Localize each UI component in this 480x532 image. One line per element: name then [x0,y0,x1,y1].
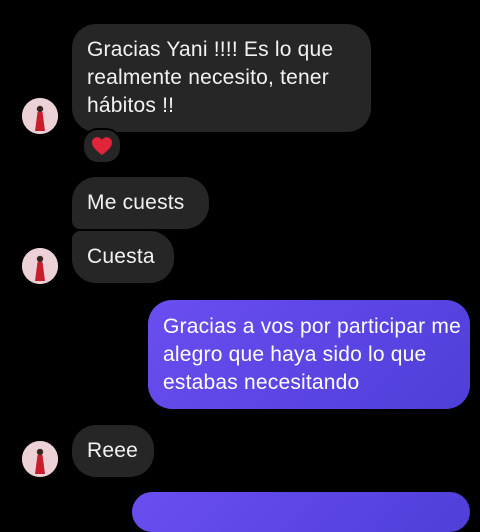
contact-avatar[interactable] [22,248,58,284]
message-text: Me cuests [87,191,185,214]
message-bubble-incoming[interactable]: Cuesta [72,231,174,283]
message-bubble-incoming[interactable]: Me cuests [72,177,209,229]
message-bubble-incoming[interactable]: Gracias Yani !!!! Es lo que realmente ne… [72,24,371,132]
red-heart-icon [92,137,112,156]
message-bubble-outgoing[interactable]: Gracias a vos por participar me alegro q… [148,300,470,409]
contact-avatar[interactable] [22,98,58,134]
message-text: Cuesta [87,245,155,268]
message-bubble-incoming[interactable]: Reee [72,425,154,477]
message-text: Gracias a vos por participar me alegro q… [163,315,461,394]
message-text: Reee [87,439,139,462]
message-bubble-outgoing-partial[interactable] [132,492,470,532]
message-text: Gracias Yani !!!! Es lo que realmente ne… [87,38,334,117]
reaction-badge[interactable] [82,128,122,164]
contact-avatar[interactable] [22,441,58,477]
